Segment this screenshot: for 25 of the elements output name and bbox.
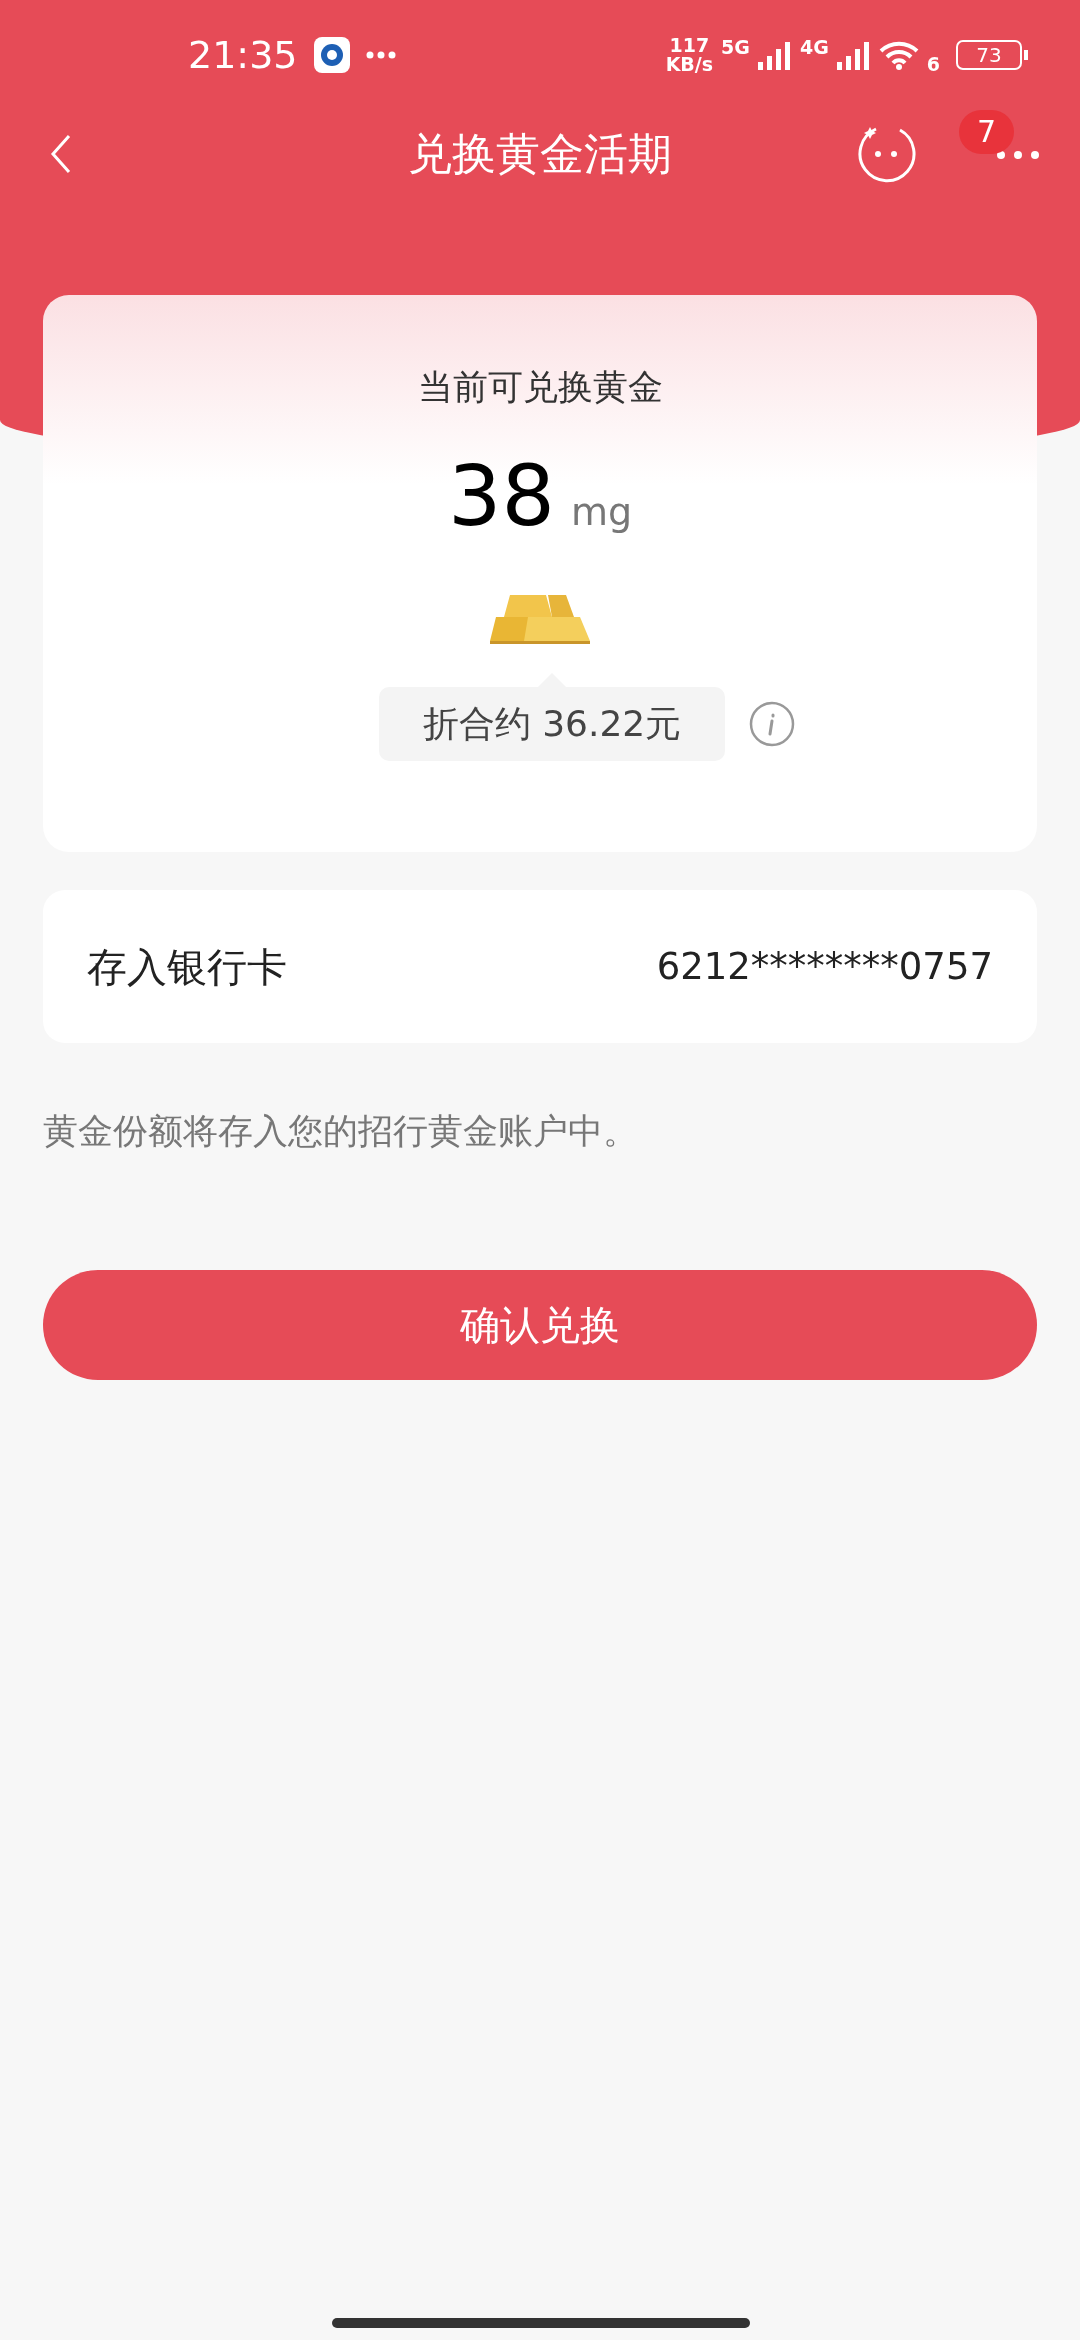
amount-unit: mg xyxy=(570,488,632,536)
confirm-button[interactable]: 确认兑换 xyxy=(43,1269,1037,1380)
network-speed: 117 xyxy=(668,36,711,55)
equivalent-value: 折合约 36.22元 xyxy=(378,686,726,761)
signal-icon xyxy=(757,40,792,70)
app-notification-icon xyxy=(313,37,350,73)
more-icon[interactable] xyxy=(996,149,1040,160)
network-type: 5G xyxy=(721,38,750,57)
note-text: 黄金份额将存入您的招行黄金账户中。 xyxy=(43,1110,639,1153)
time: 21:35 xyxy=(188,31,298,79)
bank-card-row[interactable]: 存入银行卡 6212********0757 xyxy=(43,890,1037,1043)
signal-icon xyxy=(836,40,871,70)
network-type: 4G xyxy=(799,38,829,57)
wifi-icon xyxy=(878,40,919,70)
bank-card-number: 6212********0757 xyxy=(656,943,993,990)
wifi-label: 6 xyxy=(926,55,940,74)
card-label: 当前可兑换黄金 xyxy=(417,366,663,409)
notification-count: 7 xyxy=(958,110,1014,154)
page-title: 兑换黄金活期 xyxy=(408,127,672,181)
more-notifications-icon xyxy=(365,51,396,59)
bank-card-label: 存入银行卡 xyxy=(87,942,287,992)
back-icon[interactable] xyxy=(50,134,72,174)
network-speed-unit: KB/s xyxy=(665,55,714,74)
balance-amount: 38 xyxy=(448,453,555,538)
info-icon[interactable] xyxy=(749,700,796,747)
